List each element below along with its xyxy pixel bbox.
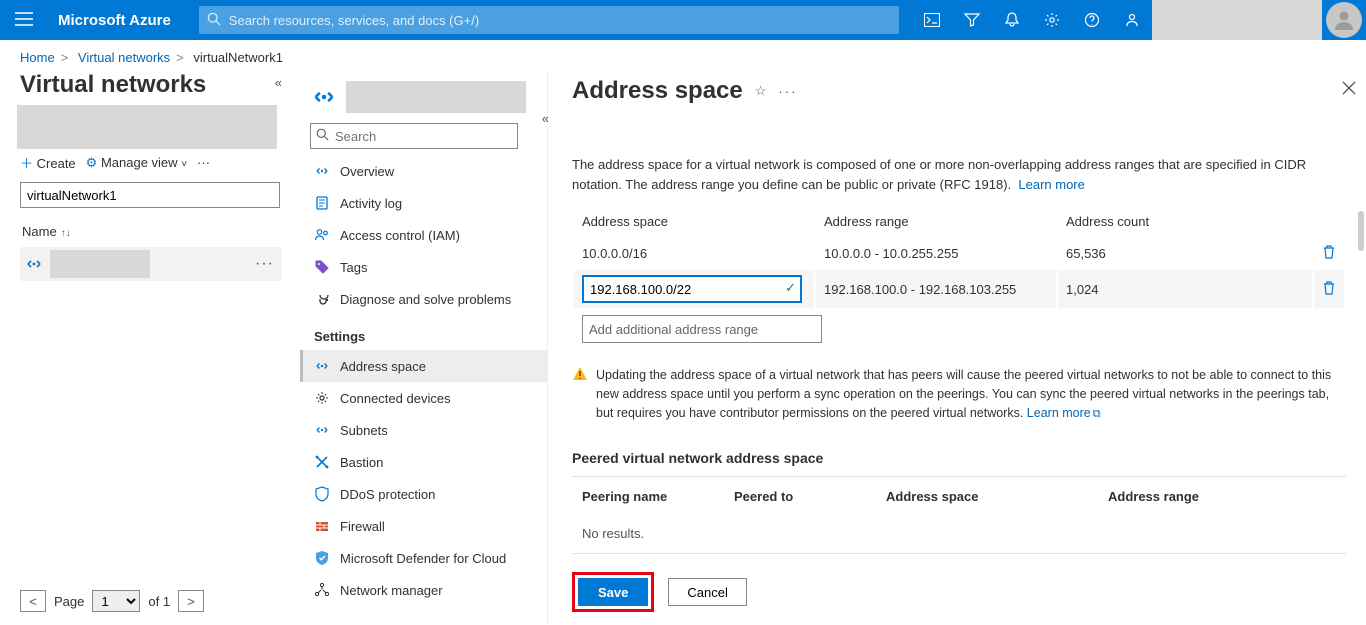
th-peer-range: Address range bbox=[1100, 479, 1344, 514]
save-highlight: Save bbox=[572, 572, 654, 612]
menu-section-settings: Settings bbox=[300, 315, 547, 350]
firewall-icon bbox=[314, 518, 330, 534]
menu-overview[interactable]: Overview bbox=[300, 155, 547, 187]
page-more-icon[interactable]: ··· bbox=[778, 84, 797, 99]
vnet-list-item[interactable]: ··· bbox=[20, 247, 282, 281]
ddos-icon bbox=[314, 486, 330, 502]
address-space-input[interactable] bbox=[582, 275, 802, 303]
delete-row-icon[interactable] bbox=[1314, 239, 1344, 268]
list-filter-input[interactable] bbox=[20, 182, 280, 208]
menu-address-space[interactable]: Address space bbox=[300, 350, 547, 382]
delete-row-icon[interactable] bbox=[1314, 270, 1344, 308]
notifications-icon[interactable] bbox=[992, 0, 1032, 40]
page-description: The address space for a virtual network … bbox=[572, 155, 1346, 194]
page-select[interactable]: 1 bbox=[92, 590, 140, 612]
global-search-input[interactable] bbox=[199, 6, 899, 34]
help-icon[interactable] bbox=[1072, 0, 1112, 40]
page-prev-button[interactable]: < bbox=[20, 590, 46, 612]
warning-icon bbox=[572, 366, 588, 422]
th-peer-space: Address space bbox=[878, 479, 1098, 514]
warning-text: Updating the address space of a virtual … bbox=[596, 366, 1346, 422]
menu-connected-devices[interactable]: Connected devices bbox=[300, 382, 547, 414]
menu-network-manager[interactable]: Network manager bbox=[300, 574, 547, 606]
peered-table: Peering name Peered to Address space Add… bbox=[572, 476, 1346, 554]
user-avatar[interactable] bbox=[1326, 2, 1362, 38]
menu-bastion[interactable]: Bastion bbox=[300, 446, 547, 478]
row-more-icon[interactable]: ··· bbox=[255, 255, 282, 273]
th-peer-to: Peered to bbox=[726, 479, 876, 514]
page-title: Address space bbox=[572, 77, 743, 105]
peered-empty: No results. bbox=[574, 516, 1344, 551]
connected-devices-icon bbox=[314, 390, 330, 406]
list-title: Virtual networks bbox=[20, 71, 282, 99]
peered-section-header: Peered virtual network address space bbox=[572, 450, 1346, 466]
subnets-icon bbox=[314, 422, 330, 438]
brand-label: Microsoft Azure bbox=[48, 12, 191, 29]
menu-defender[interactable]: Microsoft Defender for Cloud bbox=[300, 542, 547, 574]
overview-icon bbox=[314, 163, 330, 179]
close-blade-icon[interactable] bbox=[1332, 75, 1366, 104]
collapse-list-icon[interactable]: « bbox=[275, 75, 282, 90]
page-label: Page bbox=[54, 594, 84, 609]
breadcrumb: Home> Virtual networks> virtualNetwork1 bbox=[0, 40, 1366, 71]
th-range: Address range bbox=[816, 206, 1056, 237]
valid-check-icon: ✓ bbox=[785, 280, 796, 296]
menu-subnets[interactable]: Subnets bbox=[300, 414, 547, 446]
th-space: Address space bbox=[574, 206, 814, 237]
address-space-icon bbox=[314, 358, 330, 374]
menu-search-input[interactable] bbox=[310, 123, 518, 149]
page-next-button[interactable]: > bbox=[178, 590, 204, 612]
settings-icon[interactable] bbox=[1032, 0, 1072, 40]
scrollbar[interactable] bbox=[1358, 211, 1364, 251]
th-peer-name: Peering name bbox=[574, 479, 724, 514]
menu-diagnose[interactable]: Diagnose and solve problems bbox=[300, 283, 547, 315]
vnet-name-placeholder bbox=[50, 250, 150, 278]
favorite-star-icon[interactable]: ☆ bbox=[755, 83, 767, 99]
save-button[interactable]: Save bbox=[578, 578, 648, 606]
menu-toggle[interactable] bbox=[0, 12, 48, 29]
add-address-input[interactable] bbox=[582, 315, 822, 343]
network-manager-icon bbox=[314, 582, 330, 598]
learn-more-link[interactable]: Learn more bbox=[1018, 177, 1084, 192]
subscription-placeholder bbox=[17, 105, 277, 149]
activity-log-icon bbox=[314, 195, 330, 211]
filter-icon[interactable] bbox=[952, 0, 992, 40]
external-link-icon: ⧉ bbox=[1093, 408, 1101, 420]
more-commands[interactable]: ··· bbox=[197, 155, 210, 170]
vnet-icon bbox=[24, 254, 44, 274]
breadcrumb-home[interactable]: Home bbox=[20, 50, 55, 65]
list-column-header[interactable]: Name↑↓ bbox=[20, 218, 282, 245]
create-button[interactable]: ＋ Create bbox=[20, 153, 76, 172]
menu-activity-log[interactable]: Activity log bbox=[300, 187, 547, 219]
th-count: Address count bbox=[1058, 206, 1312, 237]
tags-icon bbox=[314, 259, 330, 275]
resource-type-icon bbox=[310, 83, 338, 111]
bastion-icon bbox=[314, 454, 330, 470]
cancel-button[interactable]: Cancel bbox=[668, 578, 746, 606]
manage-view-button[interactable]: ⚙ Manage view ˅ bbox=[86, 155, 187, 171]
access-control-icon bbox=[314, 227, 330, 243]
menu-firewall[interactable]: Firewall bbox=[300, 510, 547, 542]
search-icon bbox=[207, 12, 221, 29]
breadcrumb-current: virtualNetwork1 bbox=[193, 50, 283, 65]
page-of: of 1 bbox=[148, 594, 170, 609]
address-space-table: Address space Address range Address coun… bbox=[572, 204, 1346, 350]
table-row: 10.0.0.0/16 10.0.0.0 - 10.0.255.255 65,5… bbox=[574, 239, 1344, 268]
breadcrumb-vnets[interactable]: Virtual networks bbox=[78, 50, 170, 65]
diagnose-icon bbox=[314, 291, 330, 307]
table-row: ✓ 192.168.100.0 - 192.168.103.255 1,024 bbox=[574, 270, 1344, 308]
menu-search-icon bbox=[316, 128, 329, 144]
defender-icon bbox=[314, 550, 330, 566]
account-tenant-placeholder bbox=[1152, 0, 1322, 40]
cloud-shell-icon[interactable] bbox=[912, 0, 952, 40]
menu-access-control[interactable]: Access control (IAM) bbox=[300, 219, 547, 251]
warning-learn-more-link[interactable]: Learn more⧉ bbox=[1027, 406, 1101, 420]
table-row-add bbox=[574, 310, 1344, 348]
menu-tags[interactable]: Tags bbox=[300, 251, 547, 283]
resource-name-placeholder bbox=[346, 81, 526, 113]
feedback-icon[interactable] bbox=[1112, 0, 1152, 40]
menu-ddos[interactable]: DDoS protection bbox=[300, 478, 547, 510]
